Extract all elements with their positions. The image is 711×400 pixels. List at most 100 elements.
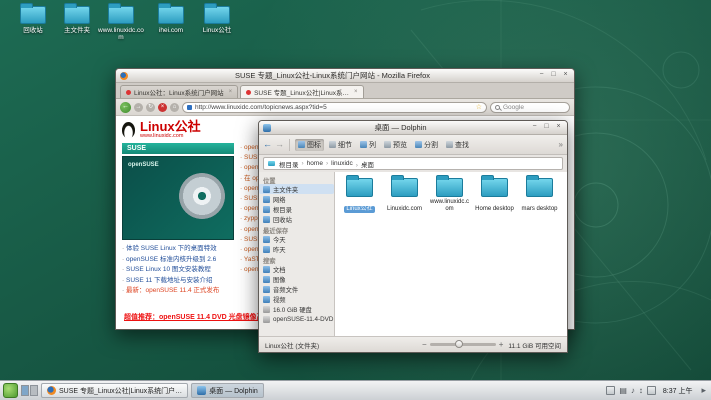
zoom-out-button[interactable]: − — [422, 340, 427, 349]
dolphin-titlebar[interactable]: 桌面 — Dolphin − □ × — [259, 121, 567, 135]
toolbar-button[interactable]: 细节 — [326, 139, 355, 151]
notifications-icon[interactable] — [647, 386, 656, 395]
breadcrumb-segments: 根目录 home linuxidc 桌面 — [279, 159, 374, 169]
maximize-button[interactable]: □ — [549, 71, 558, 80]
forward-button[interactable]: → — [275, 140, 284, 149]
places-item[interactable]: 16.0 GiB 硬盘 — [259, 304, 334, 314]
breadcrumb-segment[interactable]: home — [299, 160, 323, 167]
breadcrumb-segment[interactable]: linuxidc — [323, 160, 353, 167]
folder-item[interactable]: Linuxidc.com — [382, 178, 427, 215]
article-link[interactable]: 体验 SUSE Linux 下的桌面特效 — [122, 244, 234, 255]
breadcrumb-segment[interactable]: 根目录 — [279, 159, 299, 169]
article-link[interactable]: SUSE Linux 10 图文安装教程 — [122, 265, 234, 276]
opensuse-dvd-image[interactable]: openSUSE — [122, 156, 234, 240]
application-launcher-icon[interactable] — [3, 383, 18, 398]
toolbar-button-icon — [415, 141, 422, 148]
close-button[interactable]: × — [554, 123, 563, 132]
places-item-icon — [263, 196, 270, 203]
forward-button[interactable]: → — [134, 103, 143, 112]
network-icon[interactable]: ↕ — [639, 386, 643, 396]
task-button[interactable]: SUSE 专题_Linux公社|Linux系统门户… — [41, 383, 188, 398]
folder-item[interactable]: Home desktop — [472, 178, 517, 215]
tab-close-icon[interactable]: × — [354, 89, 358, 95]
toolbar-button-icon — [384, 141, 391, 148]
places-item[interactable]: 文档 — [259, 264, 334, 274]
maximize-button[interactable]: □ — [542, 123, 551, 132]
site-logo-title: Linux公社 — [140, 120, 201, 133]
virtual-desktop-pager — [21, 385, 38, 396]
url-input[interactable] — [195, 104, 473, 111]
places-item[interactable]: 根目录 — [259, 204, 334, 214]
folder-view[interactable]: Linux公社 Linuxidc.com www.linuxidc.com — [335, 172, 567, 336]
places-item[interactable]: 视频 — [259, 294, 334, 304]
volume-icon[interactable]: ♪ — [631, 386, 635, 396]
places-item-label: 回收站 — [273, 215, 292, 224]
places-item[interactable]: openSUSE-11.4-DVD — [259, 314, 334, 324]
site-logo[interactable]: Linux公社 www.linuxidc.com — [140, 120, 201, 139]
minimize-button[interactable]: − — [530, 123, 539, 132]
browser-tab[interactable]: SUSE 专题_Linux公社|Linux系… × — [240, 85, 363, 98]
device-notifier-icon[interactable] — [606, 386, 615, 395]
places-item-label: 音频文件 — [273, 285, 298, 294]
folder-item[interactable]: mars desktop — [517, 178, 562, 215]
toolbar-button[interactable]: 查找 — [443, 139, 472, 151]
pager-desktop-1[interactable] — [21, 385, 29, 396]
folder-item[interactable]: www.linuxidc.com — [427, 178, 472, 215]
stop-button[interactable]: × — [158, 103, 167, 112]
toolbar-overflow-icon[interactable]: » — [559, 140, 563, 149]
status-free-space: 11.1 GiB 可用空间 — [508, 340, 561, 350]
clock[interactable]: 8:37 上午 — [660, 386, 696, 396]
clipboard-icon[interactable]: ▤ — [619, 386, 627, 396]
places-item-icon — [263, 246, 270, 253]
article-link[interactable]: 最新：openSUSE 11.4 正式发布 — [122, 286, 234, 297]
places-item[interactable]: 图像 — [259, 274, 334, 284]
desktop-icon-label: Linux公社 — [192, 27, 242, 34]
places-item[interactable]: 昨天 — [259, 244, 334, 254]
desktop-icon[interactable]: 主文件夹 — [52, 6, 102, 34]
desktop-icon[interactable]: 回收站 — [8, 6, 58, 34]
places-item[interactable]: 最近保存 — [259, 224, 334, 234]
reload-button[interactable]: ↻ — [146, 103, 155, 112]
toolbar-button[interactable]: 分割 — [412, 139, 441, 151]
places-item[interactable]: 网络 — [259, 194, 334, 204]
back-button[interactable]: ← — [120, 102, 131, 113]
close-button[interactable]: × — [561, 71, 570, 80]
places-item[interactable]: 今天 — [259, 234, 334, 244]
folder-name: Home desktop — [473, 206, 516, 213]
desktop-icon[interactable]: www.linuxidc.com — [96, 6, 146, 41]
breadcrumb-segment[interactable]: 桌面 — [353, 159, 374, 169]
toolbar-button[interactable]: 预览 — [381, 139, 410, 151]
bookmark-star-icon[interactable]: ☆ — [476, 103, 482, 111]
desktop-icon[interactable]: ihei.com — [146, 6, 196, 34]
places-item[interactable]: 音频文件 — [259, 284, 334, 294]
places-item[interactable]: 回收站 — [259, 214, 334, 224]
folder-item[interactable]: Linux公社 — [337, 178, 382, 215]
toolbar-button[interactable]: 图标 — [295, 139, 324, 151]
zoom-in-button[interactable]: + — [499, 340, 504, 349]
back-button[interactable]: ← — [263, 140, 272, 149]
places-item[interactable]: 位置 — [259, 174, 334, 184]
places-item-label: 位置 — [263, 176, 276, 185]
desktop-icon[interactable]: Linux公社 — [192, 6, 242, 34]
places-item[interactable]: 主文件夹 — [259, 184, 334, 194]
search-box[interactable]: Google — [490, 102, 570, 113]
zoom-slider[interactable] — [430, 343, 496, 346]
article-link[interactable]: SUSE 11 下载地址与安装介绍 — [122, 276, 234, 287]
minimize-button[interactable]: − — [537, 71, 546, 80]
task-button[interactable]: 桌面 — Dolphin — [191, 383, 264, 398]
panel-cashew-icon[interactable]: ▸ — [699, 385, 708, 396]
browser-tab[interactable]: Linux公社：Linux系统门户网站 × — [120, 85, 238, 98]
home-button[interactable]: ⌂ — [170, 103, 179, 112]
pager-desktop-2[interactable] — [30, 385, 38, 396]
places-item-icon — [263, 276, 270, 283]
desktop-icon-label: 回收站 — [8, 27, 58, 34]
places-item-icon — [263, 306, 270, 313]
toolbar-button-label: 细节 — [338, 140, 352, 150]
toolbar-button[interactable]: 列 — [357, 139, 379, 151]
article-link[interactable]: openSUSE 标准内核升级到 2.6 — [122, 255, 234, 266]
tab-close-icon[interactable]: × — [229, 89, 233, 95]
places-item[interactable]: 搜索 — [259, 254, 334, 264]
url-bar[interactable]: ☆ — [182, 102, 487, 113]
zoom-slider-knob[interactable] — [455, 340, 463, 348]
firefox-titlebar[interactable]: SUSE 专题_Linux公社-Linux系统门户网站 - Mozilla Fi… — [116, 69, 574, 83]
